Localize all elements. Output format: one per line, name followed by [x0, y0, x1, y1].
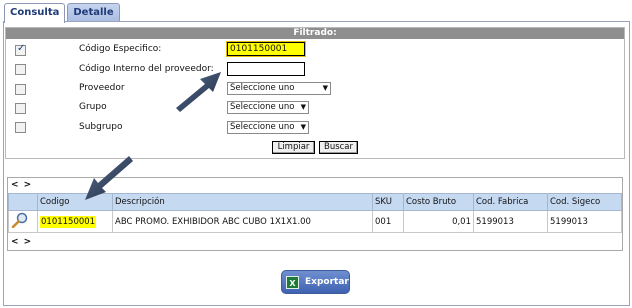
results-pager-bottom[interactable]: < > — [11, 237, 32, 247]
cell-codigo: 0101150001 — [37, 210, 113, 233]
column-header-sku[interactable]: SKU — [372, 193, 404, 211]
search-button[interactable]: Buscar — [319, 141, 358, 154]
proveedor-label: Proveedor — [79, 83, 125, 93]
view-column-header — [8, 193, 38, 211]
magnifier-icon[interactable] — [11, 212, 29, 229]
results-table: Codigo Descripción SKU Costo Bruto Cod. … — [8, 193, 622, 233]
codigo-interno-label: Código Interno del proveedor: — [79, 64, 214, 74]
results-pager-top[interactable]: < > — [11, 180, 32, 190]
codigo-especifico-input[interactable]: 0101150001 — [226, 41, 306, 57]
tab-bar: Consulta Detalle — [4, 3, 122, 23]
export-button[interactable]: X Exportar — [281, 270, 350, 294]
column-header-codigo[interactable]: Codigo — [37, 193, 113, 211]
subgrupo-select[interactable]: Seleccione uno ▼ — [227, 121, 309, 134]
cell-costo-bruto: 0,01 — [403, 210, 474, 233]
subgrupo-label: Subgrupo — [79, 122, 123, 132]
tab-consulta[interactable]: Consulta — [4, 3, 66, 23]
clear-button[interactable]: Limpiar — [272, 141, 315, 154]
cell-cod-fabrica: 5199013 — [473, 210, 548, 233]
codigo-interno-input[interactable] — [227, 62, 305, 76]
chevron-down-icon: ▼ — [322, 84, 328, 92]
proveedor-select-value: Seleccione uno — [230, 83, 295, 93]
tab-detalle[interactable]: Detalle — [67, 3, 120, 22]
subgrupo-select-value: Seleccione uno — [230, 122, 295, 132]
chevron-down-icon: ▼ — [300, 123, 306, 131]
codigo-value: 0101150001 — [40, 215, 97, 228]
column-header-descripcion[interactable]: Descripción — [112, 193, 373, 211]
chevron-down-icon: ▼ — [300, 103, 306, 111]
column-header-cod-fabrica[interactable]: Cod. Fabrica — [473, 193, 548, 211]
view-cell[interactable] — [8, 210, 38, 233]
filter-panel: Filtrado: Código Especifico: 0101150001 … — [5, 27, 625, 159]
grupo-checkbox[interactable] — [15, 103, 26, 114]
column-header-cod-sigeco[interactable]: Cod. Sigeco — [547, 193, 622, 211]
column-header-costo-bruto[interactable]: Costo Bruto — [403, 193, 474, 211]
table-row: 0101150001 ABC PROMO. EXHIBIDOR ABC CUBO… — [8, 210, 622, 233]
grupo-label: Grupo — [79, 102, 107, 112]
proveedor-checkbox[interactable] — [15, 84, 26, 95]
cell-sku: 001 — [372, 210, 404, 233]
subgrupo-checkbox[interactable] — [15, 122, 26, 133]
export-label: Exportar — [305, 277, 349, 287]
codigo-especifico-checkbox[interactable] — [15, 43, 26, 56]
excel-icon: X — [286, 275, 299, 289]
proveedor-select[interactable]: Seleccione uno ▼ — [227, 82, 331, 95]
grupo-select[interactable]: Seleccione uno ▼ — [227, 101, 309, 114]
filter-header: Filtrado: — [6, 28, 624, 39]
cell-descripcion: ABC PROMO. EXHIBIDOR ABC CUBO 1X1X1.00 — [112, 210, 373, 233]
grupo-select-value: Seleccione uno — [230, 102, 295, 112]
codigo-especifico-label: Código Especifico: — [79, 44, 162, 54]
codigo-interno-checkbox[interactable] — [15, 64, 26, 75]
cell-cod-sigeco: 5199013 — [547, 210, 622, 233]
results-panel: < > Codigo Descripción SKU Costo Bruto C… — [7, 177, 623, 251]
